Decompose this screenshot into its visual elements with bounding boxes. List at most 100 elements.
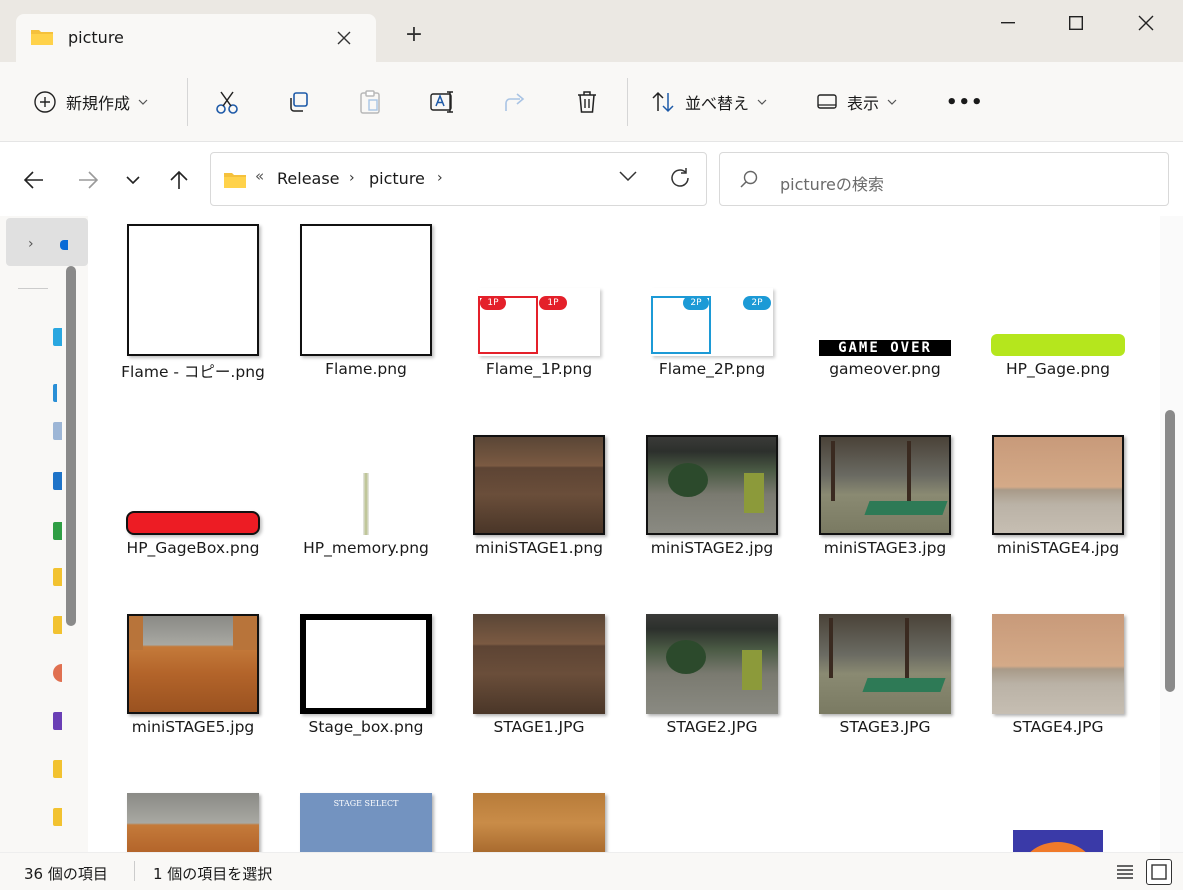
view-icon: [817, 94, 837, 109]
breadcrumb-separator[interactable]: ›: [349, 170, 355, 186]
delete-button[interactable]: [576, 84, 598, 120]
file-item[interactable]: STAGE4.JPG: [973, 574, 1143, 749]
breadcrumb-overflow[interactable]: «: [255, 167, 264, 185]
documents-icon[interactable]: [53, 422, 62, 440]
file-thumbnail: 1P 1P: [454, 216, 624, 356]
file-item[interactable]: [108, 753, 278, 852]
file-item[interactable]: miniSTAGE2.jpg: [627, 395, 797, 570]
folder-icon[interactable]: [53, 760, 62, 778]
file-name: gameover.png: [829, 360, 941, 378]
file-thumbnail: [800, 395, 970, 535]
file-thumbnail: [108, 395, 278, 535]
new-tab-button[interactable]: +: [402, 24, 426, 48]
breadcrumb-release[interactable]: Release: [277, 169, 340, 188]
item-count: 36 個の項目: [24, 865, 108, 883]
copy-button[interactable]: [286, 84, 310, 120]
file-item[interactable]: STAGE SELECT: [281, 753, 451, 852]
tiles-icon: [1151, 864, 1167, 880]
sort-button-label: 並べ替え: [685, 94, 750, 113]
file-item[interactable]: STAGE1.JPG: [454, 574, 624, 749]
folder-icon[interactable]: [53, 568, 62, 586]
large-icons-view-button[interactable]: [1146, 859, 1172, 885]
breadcrumb-separator[interactable]: ›: [437, 170, 443, 186]
breadcrumb-picture[interactable]: picture: [369, 169, 425, 188]
file-thumbnail: 2P 2P: [627, 216, 797, 356]
app-icon[interactable]: [53, 712, 62, 730]
chevron-down-icon: [757, 99, 767, 105]
file-name: miniSTAGE4.jpg: [996, 539, 1120, 557]
content-scrollbar[interactable]: [1160, 216, 1183, 852]
file-item[interactable]: Stage_box.png: [281, 574, 451, 749]
file-item[interactable]: HP_GageBox.png: [108, 395, 278, 570]
file-item[interactable]: 1P 1P Flame_1P.png: [454, 216, 624, 391]
file-item[interactable]: miniSTAGE4.jpg: [973, 395, 1143, 570]
recent-locations-button[interactable]: [117, 164, 149, 196]
rename-button[interactable]: [430, 84, 456, 120]
file-item[interactable]: miniSTAGE1.png: [454, 395, 624, 570]
nav-item-selected[interactable]: ›: [6, 218, 88, 266]
file-item[interactable]: STAGE2.JPG: [627, 574, 797, 749]
file-name: Flame - コピー.png: [121, 363, 265, 381]
tab-picture[interactable]: picture: [16, 14, 376, 62]
address-history-button[interactable]: [619, 169, 637, 185]
file-item[interactable]: miniSTAGE3.jpg: [800, 395, 970, 570]
close-tab-icon[interactable]: [332, 26, 356, 50]
folder-icon[interactable]: [53, 616, 62, 634]
up-button[interactable]: [163, 164, 195, 196]
command-bar: 新規作成 並べ替え 表示 •••: [0, 62, 1183, 142]
file-name: Flame_2P.png: [658, 360, 766, 378]
close-window-button[interactable]: [1124, 8, 1168, 38]
onedrive-icon: [60, 240, 68, 250]
forward-button[interactable]: [72, 164, 104, 196]
cut-button[interactable]: [214, 84, 240, 120]
file-name: Flame_1P.png: [485, 360, 593, 378]
scrollbar-thumb[interactable]: [1165, 410, 1175, 692]
new-button[interactable]: 新規作成: [34, 84, 148, 120]
refresh-button[interactable]: [669, 167, 691, 193]
file-thumbnail: [454, 574, 624, 714]
search-icon: [740, 170, 758, 188]
download-icon[interactable]: [53, 384, 57, 402]
paste-button[interactable]: [358, 84, 382, 120]
file-item[interactable]: [973, 753, 1143, 852]
minimize-button[interactable]: [986, 8, 1030, 38]
file-name: Stage_box.png: [308, 718, 424, 736]
file-name: STAGE2.JPG: [666, 718, 758, 736]
address-bar[interactable]: « Release › picture ›: [210, 152, 707, 206]
share-button[interactable]: [503, 84, 527, 120]
edge-icon[interactable]: [53, 522, 62, 540]
file-item[interactable]: Flame.png: [281, 216, 451, 391]
more-options-button[interactable]: •••: [946, 84, 984, 120]
file-item[interactable]: Flame - コピー.png: [108, 216, 278, 391]
maximize-button[interactable]: [1054, 8, 1098, 38]
desktop-icon[interactable]: [53, 328, 62, 346]
file-thumbnail: [973, 216, 1143, 356]
arrow-up-icon: [170, 170, 188, 189]
file-item[interactable]: miniSTAGE5.jpg: [108, 574, 278, 749]
search-input[interactable]: pictureの検索: [719, 152, 1169, 206]
file-item[interactable]: HP_memory.png: [281, 395, 451, 570]
file-thumbnail: [108, 753, 278, 852]
chevron-down-icon: [887, 99, 897, 105]
file-thumbnail: [454, 753, 624, 852]
file-name: miniSTAGE5.jpg: [131, 718, 255, 736]
chevron-right-icon[interactable]: ›: [28, 236, 34, 252]
folder-icon[interactable]: [53, 808, 62, 826]
nav-scrollbar[interactable]: [66, 266, 76, 626]
file-item[interactable]: STAGE3.JPG: [800, 574, 970, 749]
file-item[interactable]: GAME OVER gameover.png: [800, 216, 970, 391]
view-button-label: 表示: [847, 94, 880, 113]
file-item[interactable]: HP_Gage.png: [973, 216, 1143, 391]
back-button[interactable]: [18, 164, 50, 196]
arrow-left-icon: [24, 171, 43, 189]
file-item[interactable]: 2P 2P Flame_2P.png: [627, 216, 797, 391]
file-name: STAGE4.JPG: [1012, 718, 1104, 736]
pictures-icon[interactable]: [53, 472, 62, 490]
view-button[interactable]: 表示: [817, 84, 897, 120]
app-icon[interactable]: [53, 664, 62, 682]
divider: [134, 861, 135, 881]
details-view-button[interactable]: [1112, 859, 1138, 885]
file-item[interactable]: [454, 753, 624, 852]
file-name: HP_GageBox.png: [126, 539, 260, 557]
sort-button[interactable]: 並べ替え: [651, 84, 767, 120]
